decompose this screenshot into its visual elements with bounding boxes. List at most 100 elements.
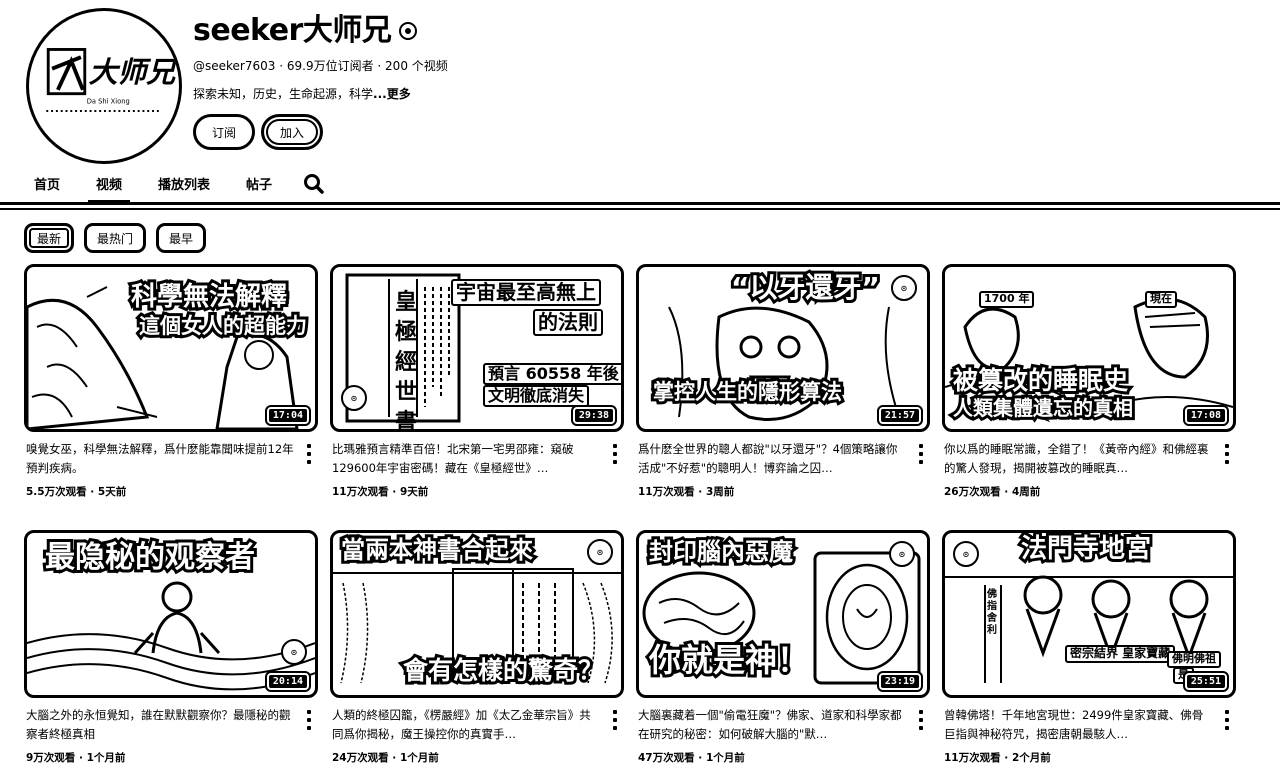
tab-playlists[interactable]: 播放列表 <box>146 170 222 197</box>
video-meta: 5.5万次观看 · 5天前 <box>26 486 127 498</box>
more-actions-icon[interactable] <box>304 710 314 730</box>
upload-age: 1个月前 <box>705 752 745 764</box>
video-card: 1700 年 現在 被篡改的睡眠史 人類集體遺忘的真相 17:08 你以爲的睡眠… <box>942 264 1236 506</box>
more-actions-icon[interactable] <box>1222 444 1232 464</box>
more-actions-icon[interactable] <box>610 444 620 464</box>
upload-age: 9天前 <box>399 486 429 498</box>
thumbnail-tag: 1700 年 <box>979 291 1035 308</box>
video-meta: 47万次观看 · 1个月前 <box>638 752 745 764</box>
thumbnail-side-label: 佛指舍利 <box>987 589 997 636</box>
video-card: 封印腦內惡魔 你就是神！ ⊙ 23:19 大腦裏藏着一個"偷電狂魔"？佛家、道家… <box>636 530 930 772</box>
thumbnail-title: 宇宙最至高無上 <box>451 279 601 306</box>
video-card: 當兩本神書合起來 會有怎樣的驚奇？ ⊙ 人類的終極囚籠，《楞嚴經》加《太乙金華宗… <box>330 530 624 772</box>
view-count: 11万次观看 <box>332 486 389 498</box>
view-count: 26万次观看 <box>944 486 1001 498</box>
channel-badge-icon: ⊙ <box>891 275 917 301</box>
view-count: 5.5万次观看 <box>26 486 87 498</box>
thumbnail-subtitle: 密宗結界 皇家寶藏 <box>1065 645 1176 663</box>
video-title[interactable]: 大腦之外的永恒覺知，誰在默默觀察你？最隱秘的觀察者終極真相 <box>26 706 296 744</box>
video-title[interactable]: 比瑪雅預言精準百倍！北宋第一宅男邵雍：窺破129600年宇宙密碼！藏在《皇極經世… <box>332 440 602 478</box>
thumbnail-title: 最隐秘的观察者 <box>42 538 258 577</box>
thumbnail-title: “以牙還牙” <box>728 269 883 306</box>
video-duration: 21:57 <box>876 405 924 426</box>
channel-tabs: 首页 视频 播放列表 帖子 <box>22 170 326 204</box>
video-title[interactable]: 曾韓佛塔！千年地宮現世：2499件皇家寶藏、佛骨巨指與神秘符咒，揭密唐朝最駭人… <box>944 706 1214 744</box>
video-thumbnail[interactable]: 當兩本神書合起來 會有怎樣的驚奇？ ⊙ <box>330 530 624 698</box>
upload-age: 3周前 <box>705 486 735 498</box>
video-card: 皇極經世書傳 宇宙最至高無上 的法則 預言 60558 年後 文明徹底消失 ⊙ … <box>330 264 624 506</box>
channel-badge-icon: ⊙ <box>281 639 307 665</box>
video-duration: 20:14 <box>264 671 312 692</box>
tab-posts[interactable]: 帖子 <box>234 170 284 197</box>
upload-age: 2个月前 <box>1011 752 1051 764</box>
more-link[interactable]: ...更多 <box>373 87 411 101</box>
video-duration: 17:08 <box>1182 405 1230 426</box>
channel-actions: 订阅 加入 <box>193 114 323 150</box>
video-card: 最隐秘的观察者 ⊙ 20:14 大腦之外的永恒覺知，誰在默默觀察你？最隱秘的觀察… <box>24 530 318 772</box>
view-count: 47万次观看 <box>638 752 695 764</box>
video-duration: 23:19 <box>876 671 924 692</box>
video-title[interactable]: 人類的終極囚籠，《楞嚴經》加《太乙金華宗旨》共同爲你揭秘，魔王操控你的真實手… <box>332 706 602 744</box>
thumbnail-title: 被篡改的睡眠史 <box>950 364 1131 397</box>
thumbnail-tag: 現在 <box>1145 291 1177 308</box>
video-title[interactable]: 嗅覺女巫，科學無法解釋，爲什麽能靠聞味提前12年預判疾病。 <box>26 440 296 478</box>
thumbnail-subtitle: 這個女人的超能力 <box>136 311 310 340</box>
video-meta: 9万次观看 · 1个月前 <box>26 752 126 764</box>
thumbnail-title: 法門寺地宮 <box>1018 533 1154 566</box>
video-duration: 29:38 <box>570 405 618 426</box>
upload-age: 1个月前 <box>86 752 126 764</box>
thumbnail-title: 當兩本神書合起來 <box>338 534 536 567</box>
view-count: 9万次观看 <box>26 752 76 764</box>
tab-home[interactable]: 首页 <box>22 170 72 197</box>
video-title[interactable]: 大腦裏藏着一個"偷電狂魔"？佛家、道家和科學家都在研究的秘密：如何破解大腦的"默… <box>638 706 908 744</box>
channel-badge-icon: ⊙ <box>587 539 613 565</box>
verified-icon <box>399 22 418 40</box>
avatar-logo-latin: Da Shi Xiong <box>87 97 130 105</box>
video-count: 200 个视频 <box>385 59 448 73</box>
book-title: 皇極經世書傳 <box>395 289 418 432</box>
video-thumbnail[interactable]: 科學無法解釋 這個女人的超能力 17:04 <box>24 264 318 432</box>
video-meta: 11万次观看 · 3周前 <box>638 486 735 498</box>
more-actions-icon[interactable] <box>916 710 926 730</box>
tab-videos[interactable]: 视频 <box>84 170 134 204</box>
video-title[interactable]: 你以爲的睡眠常識，全錯了！《黃帝內經》和佛經裏的驚人發現，揭開被篡改的睡眠真… <box>944 440 1214 478</box>
more-actions-icon[interactable] <box>1222 710 1232 730</box>
chip-popular[interactable]: 最热门 <box>84 223 147 253</box>
chip-oldest[interactable]: 最早 <box>156 223 207 253</box>
sort-chips: 最新 最热门 最早 <box>24 223 207 253</box>
more-actions-icon[interactable] <box>610 710 620 730</box>
video-thumbnail[interactable]: 1700 年 現在 被篡改的睡眠史 人類集體遺忘的真相 17:08 <box>942 264 1236 432</box>
video-card: 科學無法解釋 這個女人的超能力 17:04 嗅覺女巫，科學無法解釋，爲什麽能靠聞… <box>24 264 318 506</box>
view-count: 11万次观看 <box>638 486 695 498</box>
video-meta: 24万次观看 · 1个月前 <box>332 752 439 764</box>
upload-age: 5天前 <box>97 486 127 498</box>
thumbnail-subtitle: 人類集體遺忘的真相 <box>950 394 1136 422</box>
channel-meta: @seeker7603 · 69.9万位订阅者 · 200 个视频 <box>193 56 448 76</box>
join-button[interactable]: 加入 <box>261 114 323 150</box>
video-thumbnail[interactable]: 最隐秘的观察者 ⊙ 20:14 <box>24 530 318 698</box>
thumbnail-subtitle: 預言 60558 年後 <box>483 363 621 386</box>
channel-avatar[interactable]: 大师兄 Da Shi Xiong <box>26 8 182 164</box>
more-actions-icon[interactable] <box>304 444 314 464</box>
subscribe-button[interactable]: 订阅 <box>193 114 255 150</box>
thumbnail-subtitle: 你就是神！ <box>646 639 812 680</box>
thumbnail-subtitle: 會有怎樣的驚奇？ <box>400 654 606 687</box>
video-thumbnail[interactable]: 法門寺地宮 佛指舍利 密宗結界 皇家寶藏 佛明佛祖 是 ⊙ 25:51 <box>942 530 1236 698</box>
video-meta: 26万次观看 · 4周前 <box>944 486 1041 498</box>
video-thumbnail[interactable]: “以牙還牙” 掌控人生的隱形算法 ⊙ 21:57 <box>636 264 930 432</box>
channel-handle: @seeker7603 <box>193 59 276 73</box>
video-title[interactable]: 爲什麽全世界的聰人都說"以牙還牙"？4個策略讓你活成"不好惹"的聰明人！博弈論之… <box>638 440 908 478</box>
thumbnail-subtitle-2: 文明徹底消失 <box>483 385 590 408</box>
thumbnail-title: 科學無法解釋 <box>128 280 290 314</box>
meta-separator: · <box>275 59 287 73</box>
video-meta: 11万次观看 · 9天前 <box>332 486 429 498</box>
video-thumbnail[interactable]: 封印腦內惡魔 你就是神！ ⊙ 23:19 <box>636 530 930 698</box>
channel-name: seeker大师兄 <box>193 10 418 52</box>
video-card: “以牙還牙” 掌控人生的隱形算法 ⊙ 21:57 爲什麽全世界的聰人都說"以牙還… <box>636 264 930 506</box>
more-actions-icon[interactable] <box>916 444 926 464</box>
channel-description[interactable]: 探索未知，历史，生命起源，科学...更多 <box>193 84 411 104</box>
description-text: 探索未知，历史，生命起源，科学 <box>193 87 374 101</box>
search-icon[interactable] <box>302 172 326 196</box>
video-thumbnail[interactable]: 皇極經世書傳 宇宙最至高無上 的法則 預言 60558 年後 文明徹底消失 ⊙ … <box>330 264 624 432</box>
chip-latest[interactable]: 最新 <box>24 223 75 253</box>
